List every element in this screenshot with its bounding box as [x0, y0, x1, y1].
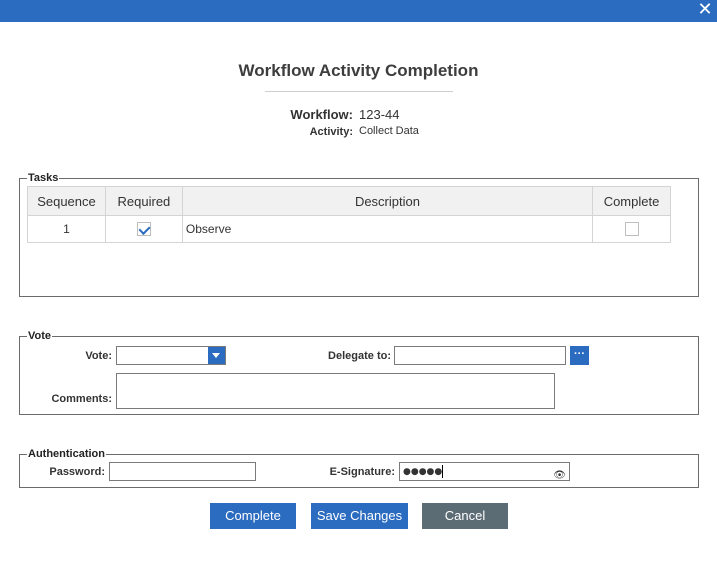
window-titlebar: ✕: [0, 0, 717, 22]
text-caret: [442, 464, 444, 478]
esignature-label: E-Signature:: [329, 466, 395, 478]
table-row: 1 Observe: [27, 215, 671, 243]
activity-value: Collect Data: [359, 125, 419, 137]
required-checkbox: [136, 222, 151, 237]
task-complete-cell: [592, 215, 671, 243]
esignature-input[interactable]: ●●●●● 👁: [399, 462, 570, 481]
activity-label: Activity:: [309, 126, 353, 138]
title-divider: [265, 91, 453, 92]
task-required-cell: [104, 215, 183, 243]
password-label: Password:: [49, 466, 105, 478]
password-input[interactable]: [109, 462, 256, 481]
vote-select[interactable]: [116, 346, 226, 365]
complete-checkbox[interactable]: [624, 222, 639, 237]
column-header-required[interactable]: Required: [104, 186, 183, 216]
workflow-label: Workflow:: [290, 107, 353, 122]
close-icon[interactable]: ✕: [695, 0, 715, 20]
column-header-complete[interactable]: Complete: [592, 186, 671, 216]
save-changes-button[interactable]: Save Changes: [311, 503, 408, 529]
tasks-header-row: Sequence Required Description Complete: [27, 186, 671, 216]
eye-icon[interactable]: 👁: [553, 467, 566, 484]
vote-label: Vote:: [85, 350, 112, 362]
comments-textarea[interactable]: [116, 373, 555, 409]
complete-button[interactable]: Complete: [210, 503, 296, 529]
column-header-description[interactable]: Description: [181, 186, 594, 216]
vote-legend: Vote: [28, 330, 52, 342]
comments-label: Comments:: [51, 393, 112, 405]
ellipsis-icon[interactable]: ···: [570, 346, 589, 365]
column-header-sequence[interactable]: Sequence: [27, 186, 106, 216]
dialog-title: Workflow Activity Completion: [238, 61, 479, 80]
workflow-value: 123-44: [359, 107, 400, 122]
esignature-masked-value: ●●●●●: [403, 467, 443, 477]
authentication-legend: Authentication: [28, 448, 105, 460]
delegate-input[interactable]: [394, 346, 566, 365]
tasks-legend: Tasks: [28, 172, 59, 184]
tasks-table: Sequence Required Description Complete 1…: [27, 186, 671, 243]
chevron-down-icon[interactable]: [208, 347, 225, 364]
cancel-button[interactable]: Cancel: [422, 503, 508, 529]
task-description: Observe: [181, 215, 594, 243]
task-sequence: 1: [27, 215, 106, 243]
delegate-label: Delegate to:: [328, 350, 391, 362]
